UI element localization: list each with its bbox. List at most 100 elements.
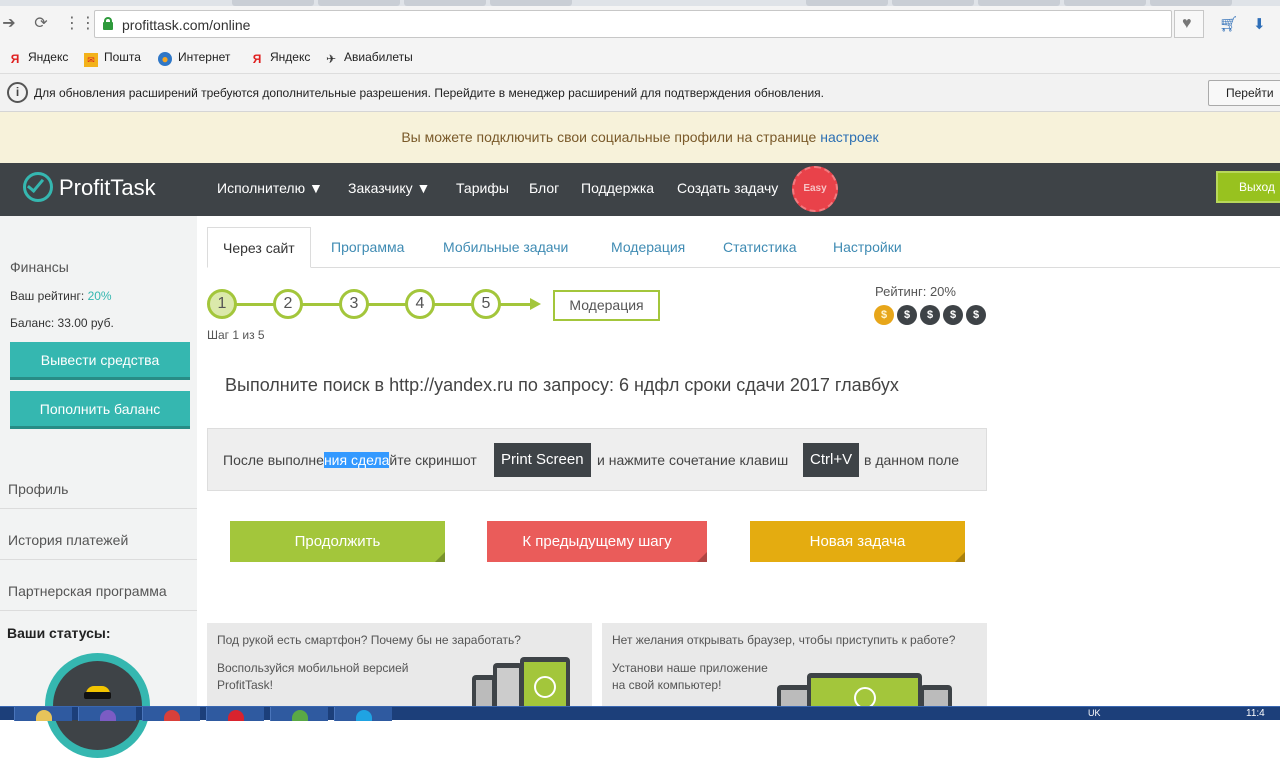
step-counter: Шаг 1 из 5 [207, 328, 265, 342]
task-rating: Рейтинг: 20% [875, 284, 956, 299]
rating-coin-icon: $ [920, 305, 940, 325]
instruction-text-3: в данном поле [864, 452, 960, 468]
bookmark-yandex[interactable]: Я Яндекс [8, 50, 69, 66]
promo-description: Воспользуйся мобильной версией ProfitTas… [217, 661, 409, 692]
bookmark-mail[interactable]: ✉ Пошта [84, 50, 141, 67]
task-description: Выполните поиск в http://yandex.ru по за… [225, 375, 899, 395]
previous-step-button[interactable]: К предыдущему шагу [487, 521, 707, 562]
balance-value: 33.00 руб. [57, 316, 114, 330]
step-moderation: Модерация [553, 290, 660, 321]
apps-grid-icon[interactable]: ⋮⋮ [64, 15, 96, 33]
step-5: 5 [471, 289, 501, 319]
taskbar-chrome[interactable] [142, 707, 200, 721]
tab-settings[interactable]: Настройки [833, 227, 902, 268]
step-3: 3 [339, 289, 369, 319]
tab-via-site[interactable]: Через сайт [207, 227, 311, 268]
arrow-icon [530, 298, 541, 310]
skype-icon [356, 710, 372, 721]
reload-icon[interactable]: ⟳ [32, 15, 50, 33]
favorites-button[interactable]: ♥ [1174, 10, 1204, 38]
promo-mobile[interactable]: Под рукой есть смартфон? Почему бы не за… [207, 623, 592, 706]
statuses-title: Ваши статусы: [7, 625, 111, 641]
notice-go-button[interactable]: Перейти [1208, 80, 1280, 106]
rating-coin-icon: $ [943, 305, 963, 325]
topup-button[interactable]: Пополнить баланс [10, 391, 190, 429]
taskbar-viber[interactable] [78, 707, 136, 721]
menu-customer[interactable]: Заказчику ▼ [348, 180, 430, 196]
sidebar-link-partner[interactable]: Партнерская программа [8, 583, 167, 599]
forward-icon[interactable]: ➔ [0, 15, 18, 33]
settings-link[interactable]: настроек [820, 129, 878, 145]
menu-support[interactable]: Поддержка [581, 180, 654, 196]
divider [0, 559, 197, 560]
tab-moderation[interactable]: Модерация [611, 227, 685, 268]
key-print-screen: Print Screen [494, 443, 591, 477]
taskbar-skype[interactable] [334, 707, 392, 721]
tab-statistics[interactable]: Статистика [723, 227, 797, 268]
windows-taskbar: UK 11:4 [0, 706, 1280, 721]
extension-notice-bar: i Для обновления расширений требуются до… [0, 74, 1280, 112]
selected-text: ния сдела [323, 452, 390, 468]
bookmark-yandex-2[interactable]: Я Яндекс [250, 50, 311, 66]
rating-coin-icon: $ [874, 305, 894, 325]
phone-icon [493, 663, 523, 706]
divider [0, 508, 197, 509]
taskbar-explorer[interactable] [14, 707, 72, 721]
new-task-button[interactable]: Новая задача [750, 521, 965, 562]
task-tabs: Через сайт Программа Мобильные задачи Мо… [207, 227, 1280, 268]
monitor-check-icon [807, 673, 922, 706]
menu-blog[interactable]: Блог [529, 180, 559, 196]
lock-icon [103, 17, 113, 30]
clock[interactable]: 11:4 [1246, 708, 1265, 719]
step-1: 1 [207, 289, 237, 319]
plane-icon: ✈ [325, 52, 337, 66]
opera-icon [228, 710, 244, 721]
key-ctrl-v: Ctrl+V [803, 443, 860, 477]
internet-icon: ● [158, 52, 172, 66]
bookmark-avia[interactable]: ✈ Авиабилеты [324, 50, 413, 66]
language-indicator[interactable]: UK [1088, 708, 1101, 718]
yandex-icon: Я [252, 52, 262, 66]
promo-question: Нет желания открывать браузер, чтобы при… [612, 633, 956, 647]
promo-desktop[interactable]: Нет желания открывать браузер, чтобы при… [602, 623, 987, 706]
logout-button[interactable]: Выход [1216, 171, 1280, 203]
folder-icon [36, 710, 52, 721]
tab-mobile[interactable]: Мобильные задачи [443, 227, 568, 268]
menu-performer[interactable]: Исполнителю ▼ [217, 180, 323, 196]
rating-value: 20% [87, 289, 112, 303]
screenshot-drop-zone[interactable]: После выполнения сделайте скриншот Print… [207, 428, 987, 491]
withdraw-button[interactable]: Вывести средства [10, 342, 190, 380]
sidebar-link-payments[interactable]: История платежей [8, 532, 128, 548]
finance-title: Финансы [10, 259, 69, 275]
rating-coin-icon: $ [966, 305, 986, 325]
social-profiles-banner: Вы можете подключить свои социальные про… [0, 112, 1280, 163]
easy-badge[interactable]: Easy [792, 166, 838, 212]
tablet-icon [920, 685, 952, 706]
promo-question: Под рукой есть смартфон? Почему бы не за… [217, 633, 521, 647]
sidebar-link-profile[interactable]: Профиль [8, 481, 68, 497]
heart-icon: ♥ [1182, 15, 1192, 32]
instruction-text: После выполнения сделайте скриншот [223, 452, 477, 468]
instruction-text-2: и нажмите сочетание клавиш [597, 452, 789, 468]
menu-tariffs[interactable]: Тарифы [456, 180, 509, 196]
banner-text: Вы можете подключить свои социальные про… [401, 129, 821, 145]
address-bar: ➔ ⟳ ⋮⋮ profittask.com/online ♥ 🛒︎ ⬇︎ [0, 6, 1280, 42]
sidebar: Финансы Ваш рейтинг: 20% Баланс: 33.00 р… [0, 216, 197, 758]
mail-icon: ✉ [84, 53, 98, 67]
logo-text: ProfitTask [59, 175, 156, 200]
bookmark-internet[interactable]: ● Интернет [158, 50, 230, 66]
user-balance: Баланс: 33.00 руб. [10, 316, 114, 330]
viber-icon [100, 710, 116, 721]
menu-create-task[interactable]: Создать задачу [677, 180, 778, 196]
taskbar-utorrent[interactable] [270, 707, 328, 721]
smartphone-check-icon [520, 657, 570, 706]
taskbar-opera[interactable] [206, 707, 264, 721]
step-2: 2 [273, 289, 303, 319]
utorrent-icon [292, 710, 308, 721]
cart-icon[interactable]: 🛒︎ [1219, 15, 1238, 33]
download-icon[interactable]: ⬇︎ [1253, 15, 1266, 33]
continue-button[interactable]: Продолжить [230, 521, 445, 562]
tab-program[interactable]: Программа [331, 227, 404, 268]
url-input[interactable]: profittask.com/online [94, 10, 1172, 38]
yandex-icon: Я [10, 52, 20, 66]
